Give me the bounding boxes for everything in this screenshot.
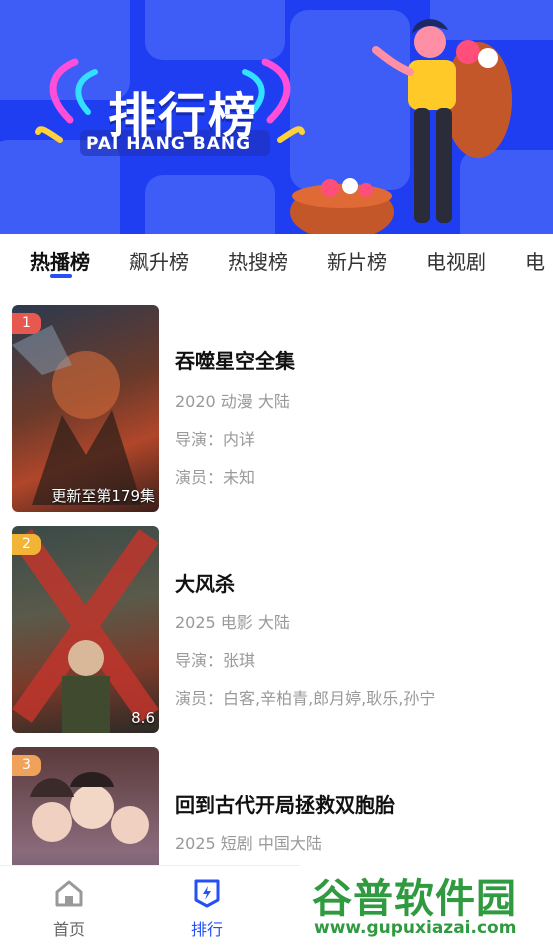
item-info: 吞噬星空全集 [175,345,295,374]
rank-badge: 1 [12,313,41,334]
item-meta: 2025 电影 大陆 [175,613,290,632]
item-title[interactable]: 大风杀 [175,568,235,597]
item-meta: 2020 动漫 大陆 [175,392,290,411]
nav-home-label: 首页 [52,920,85,939]
poster-artwork [12,325,142,505]
item-director: 导演：张琪 [175,651,256,670]
tab-more-partial[interactable]: 电 [525,246,545,275]
home-icon [55,880,83,907]
rank-badge: 3 [12,755,41,776]
poster-artwork [12,529,159,733]
tab-new-releases[interactable]: 新片榜 [327,246,387,275]
rating-score: 8.6 [131,709,155,727]
active-tab-indicator [50,274,72,278]
category-tabs: 热播榜 飙升榜 热搜榜 新片榜 电视剧 电 [0,234,553,284]
list-item[interactable]: 2 8.6 大风杀 2025 电影 大陆 导演：张琪 演员：白客,辛柏青,郎月婷… [0,526,553,736]
ranking-banner: 排行榜 PAI HANG BANG [0,0,553,234]
ranking-page: 排行榜 PAI HANG BANG 热播榜 飙升榜 热搜榜 新片榜 电视剧 电 … [0,0,553,949]
rank-badge: 2 [12,534,41,555]
list-item[interactable]: 1 更新至第179集 吞噬星空全集 2020 动漫 大陆 导演：内详 演员：未知 [0,305,553,515]
item-actors: 演员：白客,辛柏青,郎月婷,耿乐,孙宁 [175,689,436,708]
item-actors: 演员：未知 [175,468,256,487]
episode-update-label: 更新至第179集 [51,487,155,505]
person-with-sack-illustration [290,19,512,234]
tab-hot-search[interactable]: 热搜榜 [228,246,288,275]
item-director: 导演：内详 [175,430,256,449]
watermark-text: 谷普软件园 [312,876,517,922]
item-info: 回到古代开局拯救双胞胎 [175,789,395,818]
tab-rising[interactable]: 飙升榜 [129,246,189,275]
ranking-icon [194,879,220,908]
item-title[interactable]: 吞噬星空全集 [175,345,295,374]
site-watermark: 谷普软件园 www.gupuxiazai.com [300,862,553,949]
poster-image[interactable]: 2 8.6 [12,526,159,733]
item-meta: 2025 短剧 中国大陆 [175,834,322,853]
tab-tv-series[interactable]: 电视剧 [426,246,486,275]
item-info: 大风杀 [175,568,235,597]
poster-image[interactable]: 1 更新至第179集 [12,305,159,512]
nav-ranking[interactable]: 排行 [177,878,237,940]
nav-home[interactable]: 首页 [39,878,99,940]
item-title[interactable]: 回到古代开局拯救双胞胎 [175,789,395,818]
nav-ranking-label: 排行 [190,920,223,939]
watermark-url: www.gupuxiazai.com [314,918,517,938]
tab-hot-playing[interactable]: 热播榜 [30,246,90,275]
